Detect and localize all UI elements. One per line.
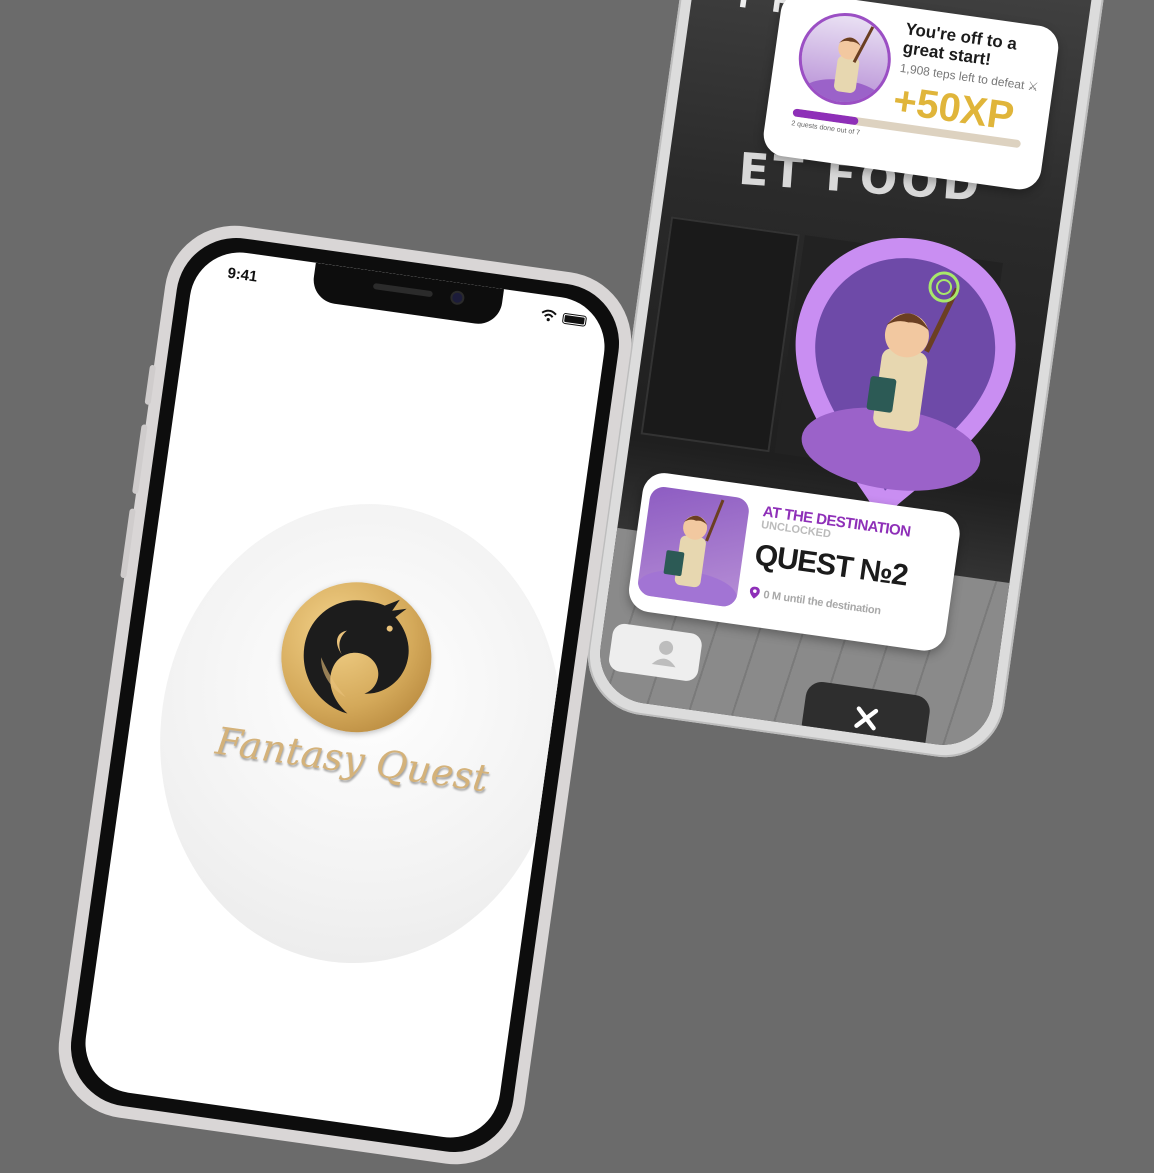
- quest-title: QUEST №2: [752, 538, 910, 593]
- wizard-illustration: [637, 499, 737, 609]
- wifi-icon: [541, 309, 557, 322]
- wizard-avatar: [792, 7, 897, 111]
- right-phone: T FO ET FOOD You're off to a great start…: [580, 0, 1120, 765]
- status-icons: [540, 309, 588, 327]
- left-phone: 9:41 Fantasy Quest: [49, 216, 641, 1173]
- dragon-icon: [303, 599, 409, 714]
- quest-thumbnail: [636, 485, 751, 609]
- battery-icon: [561, 312, 588, 327]
- earpiece-speaker: [372, 282, 434, 298]
- location-pin-icon: [749, 586, 760, 599]
- status-time: 9:41: [226, 264, 259, 286]
- destination-distance-text: 0 M until the destination: [762, 588, 882, 618]
- app-logo: [271, 572, 442, 742]
- destination-distance: 0 M until the destination: [749, 586, 882, 617]
- close-icon: [853, 706, 878, 731]
- front-camera-icon: [449, 289, 466, 306]
- wizard-illustration: [802, 26, 883, 111]
